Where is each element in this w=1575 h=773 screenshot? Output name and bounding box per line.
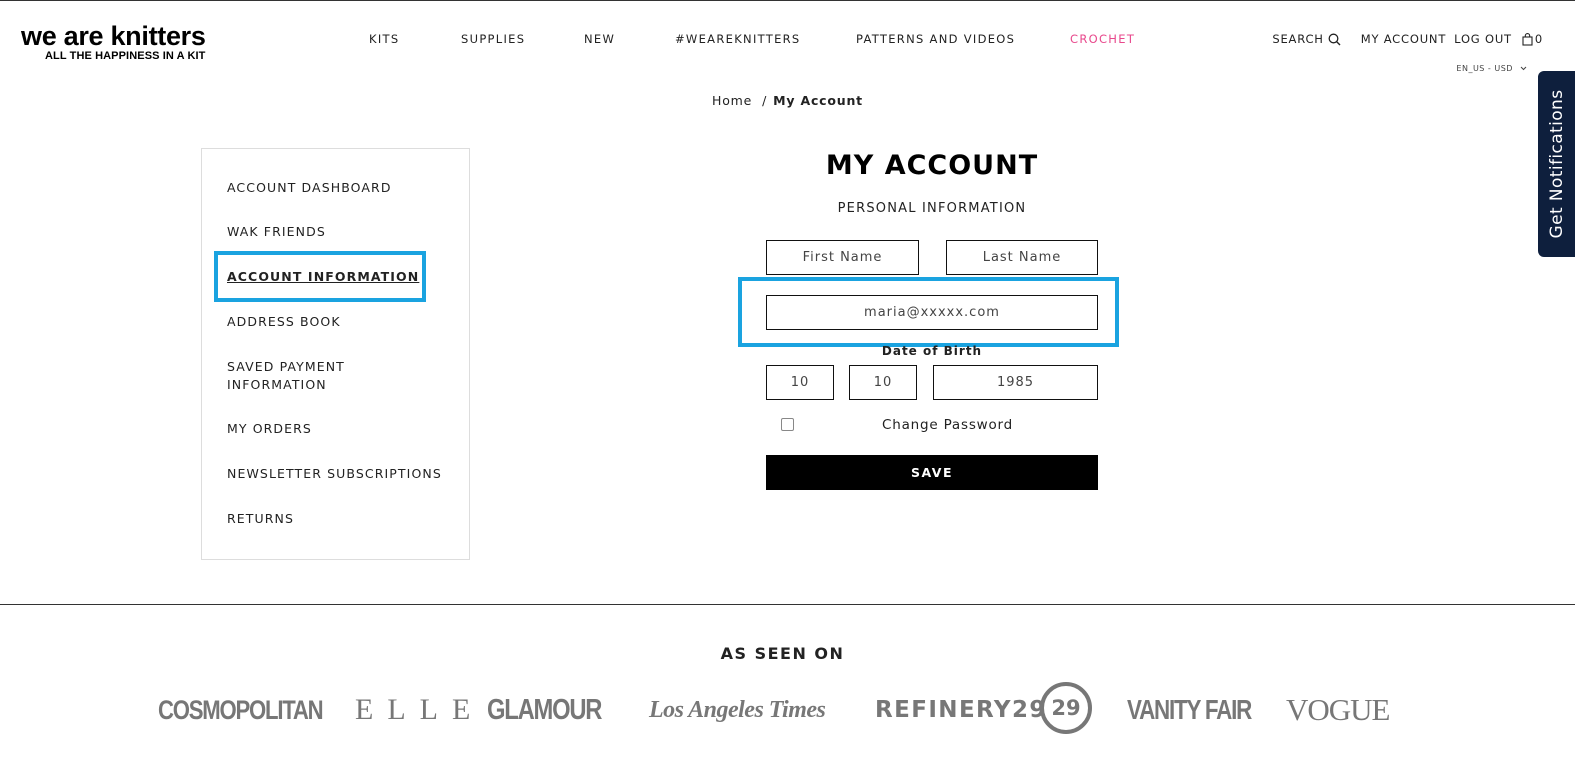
get-notifications-tab[interactable]: Get Notifications xyxy=(1538,71,1575,257)
cart-link[interactable]: 0 xyxy=(1522,32,1543,46)
press-logo-elle: ELLE xyxy=(355,693,485,726)
nav-item-crochet[interactable]: CROCHET xyxy=(1070,32,1135,46)
breadcrumb-current: My Account xyxy=(773,93,863,108)
sidebar-item-my-orders[interactable]: MY ORDERS xyxy=(227,420,457,438)
sidebar-item-newsletter-subscriptions[interactable]: NEWSLETTER SUBSCRIPTIONS xyxy=(227,465,457,483)
first-name-input[interactable] xyxy=(766,240,919,275)
save-button[interactable]: SAVE xyxy=(766,455,1098,490)
nav-item-new[interactable]: NEW xyxy=(584,32,615,46)
change-password-checkbox[interactable] xyxy=(781,418,794,431)
breadcrumb-home[interactable]: Home xyxy=(712,93,752,108)
search-icon xyxy=(1328,33,1341,45)
as-seen-on-title: AS SEEN ON xyxy=(720,644,845,663)
sidebar-item-wak-friends[interactable]: WAK FRIENDS xyxy=(227,223,457,241)
section-subtitle: PERSONAL INFORMATION xyxy=(837,201,1027,216)
press-logo-refinery29: REFINERY29 xyxy=(875,697,1047,723)
my-account-link[interactable]: MY ACCOUNT xyxy=(1361,32,1446,46)
locale-label: EN_US - USD xyxy=(1456,64,1513,73)
top-border xyxy=(0,0,1575,1)
cart-count: 0 xyxy=(1534,32,1543,46)
last-name-input[interactable] xyxy=(946,240,1098,275)
dob-label: Date of Birth xyxy=(881,344,983,358)
header-utilities: SEARCH MY ACCOUNT LOG OUT 0 xyxy=(1272,32,1543,46)
dob-day-input[interactable] xyxy=(849,365,917,400)
nav-item-weareknitters[interactable]: #WEAREKNITTERS xyxy=(675,32,801,46)
chevron-down-icon xyxy=(1520,66,1527,71)
press-logo-glamour: GLAMOUR xyxy=(487,694,602,726)
refinery29-mark-icon: 29 xyxy=(1040,682,1092,734)
brand-tagline: ALL THE HAPPINESS IN A KIT xyxy=(45,50,206,62)
change-password-label[interactable]: Change Password xyxy=(882,417,1013,433)
sidebar-item-account-information[interactable]: ACCOUNT INFORMATION xyxy=(227,268,457,286)
log-out-link[interactable]: LOG OUT xyxy=(1454,32,1512,46)
nav-item-supplies[interactable]: SUPPLIES xyxy=(461,32,525,46)
sidebar-item-address-book[interactable]: ADDRESS BOOK xyxy=(227,313,457,331)
page-title: MY ACCOUNT xyxy=(825,150,1039,181)
press-logo-cosmopolitan: COSMOPOLITAN xyxy=(158,695,324,725)
press-logo-vanity-fair: VANITY FAIR xyxy=(1127,694,1252,725)
press-logo-los-angeles-times: Los Angeles Times xyxy=(649,697,826,723)
breadcrumb: Home / My Account xyxy=(712,93,863,108)
search-link[interactable]: SEARCH xyxy=(1272,32,1341,46)
sidebar-item-account-dashboard[interactable]: ACCOUNT DASHBOARD xyxy=(227,179,457,197)
shopping-bag-icon xyxy=(1522,32,1533,46)
sidebar-item-saved-payment-information[interactable]: SAVED PAYMENT INFORMATION xyxy=(227,358,377,394)
nav-item-patterns-and-videos[interactable]: PATTERNS AND VIDEOS xyxy=(856,32,1015,46)
press-logo-vogue: VOGUE xyxy=(1286,692,1390,727)
nav-item-kits[interactable]: KITS xyxy=(369,32,399,46)
dob-month-input[interactable] xyxy=(766,365,834,400)
email-input[interactable] xyxy=(766,295,1098,330)
breadcrumb-separator: / xyxy=(762,93,768,108)
footer-divider xyxy=(0,604,1575,605)
dob-year-input[interactable] xyxy=(933,365,1098,400)
locale-selector[interactable]: EN_US - USD xyxy=(1456,64,1527,73)
sidebar-item-returns[interactable]: RETURNS xyxy=(227,510,457,528)
search-label: SEARCH xyxy=(1272,32,1324,46)
account-sidebar: ACCOUNT DASHBOARD WAK FRIENDS ACCOUNT IN… xyxy=(201,148,470,560)
get-notifications-label: Get Notifications xyxy=(1546,89,1567,239)
